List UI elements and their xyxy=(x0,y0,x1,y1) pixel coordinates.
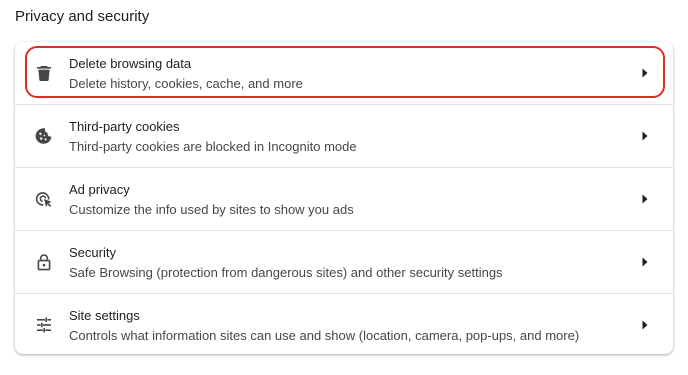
row-title: Ad privacy xyxy=(69,182,130,197)
chevron-right-icon xyxy=(641,131,649,141)
chevron-right-icon xyxy=(641,320,649,330)
trash-icon xyxy=(35,64,53,82)
chevron-right-icon xyxy=(641,194,649,204)
row-subtitle: Third-party cookies are blocked in Incog… xyxy=(69,139,357,154)
ad-privacy-row[interactable]: Ad privacy Customize the info used by si… xyxy=(15,167,673,230)
row-title: Security xyxy=(69,245,116,260)
ad-privacy-icon xyxy=(35,190,53,208)
row-subtitle: Delete history, cookies, cache, and more xyxy=(69,76,303,91)
settings-card: Delete browsing data Delete history, coo… xyxy=(15,42,673,354)
security-row[interactable]: Security Safe Browsing (protection from … xyxy=(15,230,673,293)
delete-browsing-data-row[interactable]: Delete browsing data Delete history, coo… xyxy=(15,42,673,105)
chevron-right-icon xyxy=(641,68,649,78)
privacy-settings-page: Privacy and security Delete browsing dat… xyxy=(0,0,688,375)
chevron-right-icon xyxy=(641,257,649,267)
row-subtitle: Customize the info used by sites to show… xyxy=(69,202,354,217)
cookie-icon xyxy=(35,127,53,145)
row-subtitle: Controls what information sites can use … xyxy=(69,328,580,343)
lock-icon xyxy=(35,253,53,271)
tune-icon xyxy=(35,316,53,334)
row-subtitle: Safe Browsing (protection from dangerous… xyxy=(69,265,503,280)
row-title: Site settings xyxy=(69,308,140,323)
third-party-cookies-row[interactable]: Third-party cookies Third-party cookies … xyxy=(15,104,673,167)
row-title: Delete browsing data xyxy=(69,56,192,71)
site-settings-row[interactable]: Site settings Controls what information … xyxy=(15,293,673,356)
section-title: Privacy and security xyxy=(15,8,150,25)
row-title: Third-party cookies xyxy=(69,119,180,134)
